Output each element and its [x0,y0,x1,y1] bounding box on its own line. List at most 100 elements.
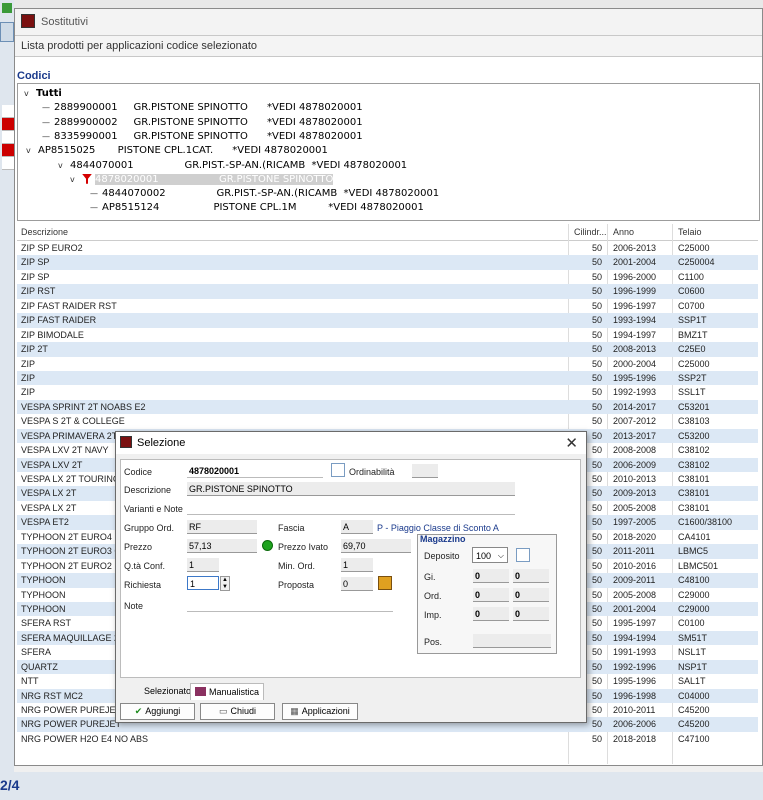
note-field[interactable] [187,598,393,612]
varianti-field[interactable] [187,501,515,515]
min-ord-field[interactable]: 1 [341,558,373,572]
cell-anno: 2008-2013 [613,344,657,355]
chevron-down-icon[interactable]: v [24,87,36,101]
table-row[interactable]: ZIP FAST RAIDER RST 50 1996-1997 C0700 [17,299,758,313]
tree-node[interactable]: — AP8515124 PISTONE CPL.1M *VEDI 48780200… [90,201,424,215]
magazzino-row-label: Ord. [424,591,442,601]
prezzo-field[interactable]: 57,13 [187,539,257,553]
back-arrow-icon[interactable] [2,3,12,13]
descrizione-field[interactable]: GR.PISTONE SPINOTTO [187,482,515,496]
ordinabilita-field[interactable] [412,464,438,478]
table-row[interactable]: ZIP SP 50 2001-2004 C250004 [17,255,758,270]
tree-line: — [42,131,50,141]
cell-cilindrata: 50 [591,300,602,311]
table-row[interactable]: ZIP 50 2000-2004 C25000 [17,357,758,371]
close-icon[interactable]: ✕ [565,434,578,452]
tab-manualistica[interactable]: Manualistica [190,683,265,700]
fascia-field[interactable]: A [341,520,373,534]
cell-anno: 2005-2008 [613,502,657,513]
magazzino-row-label: Gi. [424,572,436,582]
gruppo-field[interactable]: RF [187,520,257,534]
tree-node[interactable]: — 4844070002 GR.PIST.-SP-AN.(RICAMB *VEDI… [90,187,439,201]
tree-node[interactable]: v 4878020001 GR.PISTONE SPINOTTO [70,173,334,187]
cell-telaio: C25000 [678,358,710,369]
tree-node[interactable]: — 2889900001 GR.PISTONE SPINOTTO *VEDI 48… [42,101,363,115]
cell-anno: 1996-1999 [613,286,657,297]
table-row[interactable]: ZIP 50 1995-1996 SSP2T [17,370,758,386]
tree-line: — [42,103,50,113]
box-icon[interactable] [378,576,392,590]
codice-field[interactable]: 4878020001 [187,464,323,478]
cell-cilindrata: 50 [591,286,602,297]
deposito-select[interactable]: 100 ⌵ [472,547,508,563]
col-descrizione[interactable]: Descrizione [21,227,68,237]
cell-anno: 1995-1997 [613,618,657,629]
cell-telaio: SAL1T [678,676,706,687]
tree-node[interactable]: — 2889900002 GR.PISTONE SPINOTTO *VEDI 48… [42,116,363,130]
table-row[interactable]: VESPA SPRINT 2T NOABS E2 50 2014-2017 C5320… [17,399,758,415]
table-row[interactable]: ZIP 50 1992-1993 SSL1T [17,385,758,399]
codici-tree[interactable]: v Tutti —2889900001 GR.PISTONE SPINOTTO *V… [17,83,760,221]
window-titlebar: Sostitutivi [15,9,762,35]
tree-node[interactable]: v 4844070001 GR.PIST.-SP-AN.(RICAMB *VEDI… [58,159,407,173]
col-telaio[interactable]: Telaio [678,227,702,237]
col-cilindrata[interactable]: Cilindr... [574,227,607,237]
table-row[interactable]: ZIP RST 50 1996-1999 C0600 [17,284,758,299]
cell-descrizione: ZIP [21,372,36,383]
table-row[interactable]: NRG POWER H2O E4 NO ABS 50 2018-2018 C47100 [17,732,758,746]
cell-descrizione: ZIP BIMODALE [21,329,84,340]
table-row[interactable]: ZIP FAST RAIDER 50 1993-1994 SSP1T [17,313,758,328]
cell-descrizione: VESPA SPRINT 2T NOABS E2 [21,401,146,412]
background-button[interactable] [0,22,14,42]
chart-icon[interactable] [516,548,530,562]
cell-anno: 2008-2008 [613,445,657,456]
tree-node-label: AP8515124 PISTONE CPL.1M *VEDI 487802000… [102,202,424,214]
tree-node[interactable]: v AP8515025 PISTONE CPL.1CAT. *VEDI 48780… [26,144,328,158]
descrizione-label: Descrizione [124,485,172,495]
chevron-down-icon[interactable]: v [26,144,38,158]
richiesta-input[interactable]: 1 [187,576,219,590]
deposito-value: 100 [476,551,492,561]
ordinabilita-label: Ordinabilità [349,467,395,477]
cell-cilindrata: 50 [591,387,602,398]
col-anno[interactable]: Anno [613,227,634,237]
table-row[interactable]: ZIP BIMODALE 50 1994-1997 BMZ1T [17,328,758,342]
cell-anno: 1996-1998 [613,690,657,701]
tree-node[interactable]: v Tutti [24,87,62,101]
tree-line: — [90,189,98,199]
cell-descrizione: VESPA S 2T & COLLEGE [21,416,125,427]
chevron-down-icon[interactable]: v [70,173,82,187]
pos-label: Pos. [424,637,443,647]
cell-descrizione: ZIP 2T [21,344,48,355]
richiesta-spinner-icon[interactable]: ▲ ▼ [220,576,230,591]
proposta-field[interactable]: 0 [341,577,373,591]
table-row[interactable]: ZIP SP EURO2 50 2006-2013 C25000 [17,241,758,255]
check-icon: ✔ [134,706,143,716]
status-indicator-icon [262,540,273,551]
cell-telaio: NSP1T [678,661,708,672]
cell-anno: 2010-2011 [613,705,656,715]
table-row[interactable]: VESPA S 2T & COLLEGE 50 2007-2012 C38103 [17,414,758,428]
pos-field[interactable] [473,634,551,648]
chiudi-button[interactable]: ▭ Chiudi [200,703,275,720]
tree-node[interactable]: — 8335990001 GR.PISTONE SPINOTTO *VEDI 48… [42,130,363,144]
cell-anno: 2001-2004 [613,257,657,268]
applicazioni-button[interactable]: ▦ Applicazioni [282,703,358,720]
tab-selezionato[interactable]: Selezionato [140,683,195,699]
app-icon [21,14,35,28]
cell-cilindrata: 50 [591,344,602,355]
qta-conf-field[interactable]: 1 [187,558,219,572]
document-icon[interactable] [331,463,345,477]
aggiungi-button[interactable]: ✔ Aggiungi [120,703,195,720]
aggiungi-label: Aggiungi [145,706,181,716]
cell-anno: 2010-2016 [613,560,657,571]
table-row[interactable]: ZIP SP 50 1996-2000 C1100 [17,270,758,284]
table-row[interactable]: ZIP 2T 50 2008-2013 C25E0 [17,342,758,357]
prezzo-ivato-field[interactable]: 69,70 [341,539,411,553]
cell-cilindrata: 50 [591,271,602,282]
cell-telaio: C38102 [678,445,710,456]
chevron-down-icon[interactable]: v [58,159,70,173]
qta-conf-label: Q.tà Conf. [124,561,166,571]
cell-telaio: C45200 [678,705,710,715]
cell-telaio: SSL1T [678,387,706,398]
